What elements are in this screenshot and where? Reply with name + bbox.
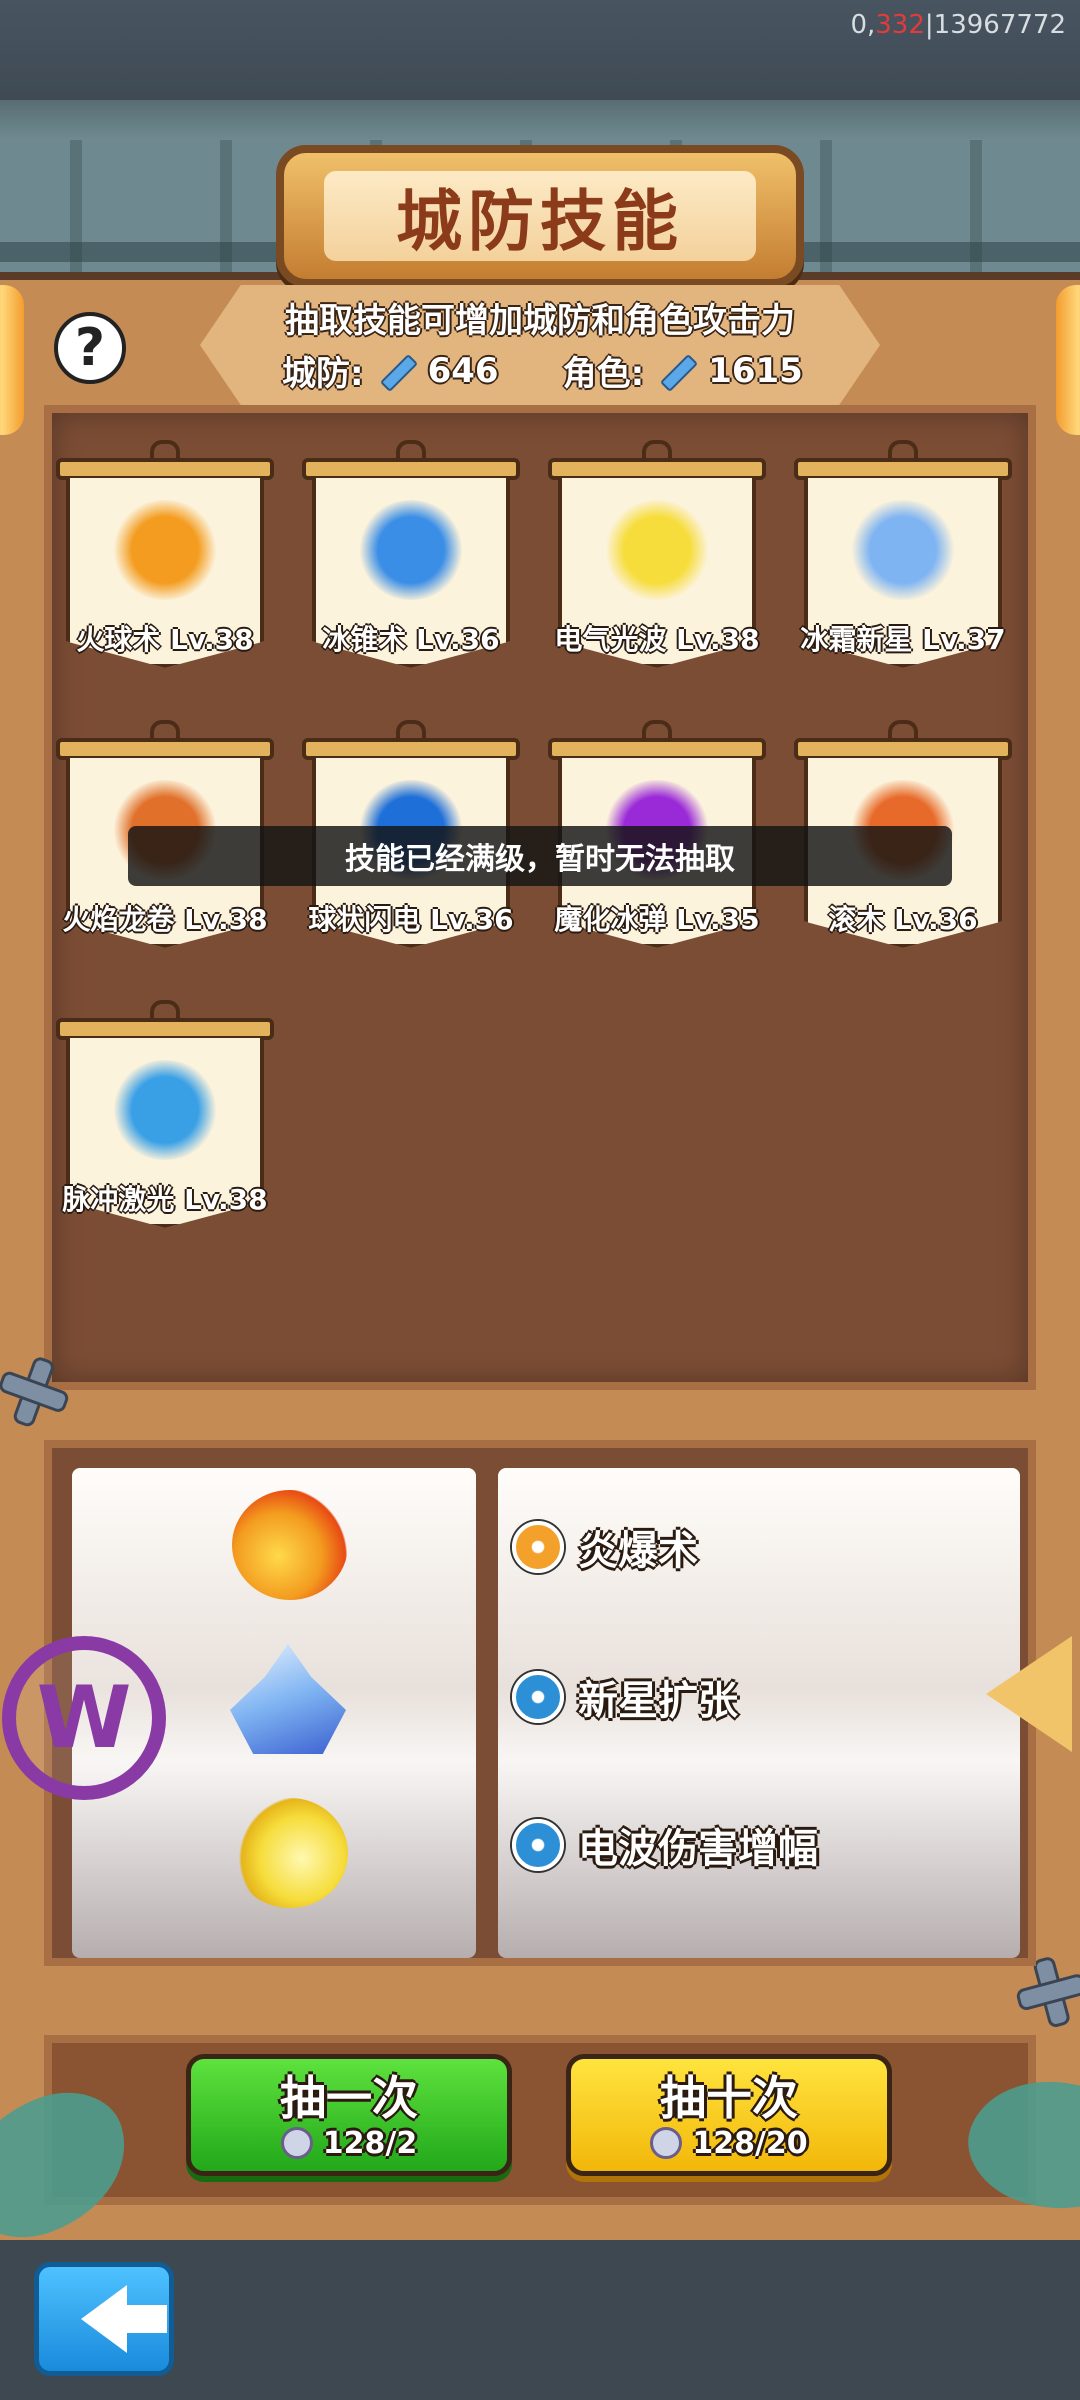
role-value: 1615 [708, 350, 803, 391]
back-arrow-icon [81, 2285, 167, 2353]
card-rod [548, 458, 766, 480]
title-plaque: 城防技能 [276, 145, 804, 287]
draw-ten-button[interactable]: 抽十次 128/20 [566, 2054, 892, 2176]
attack-stats: 城防: 646 角色: 1615 [282, 346, 803, 395]
electric-wave-icon [603, 500, 711, 600]
status-bar: 0,332|13967772 [0, 0, 1080, 110]
draw-once-cost: 128/2 [280, 2125, 418, 2161]
title-plaque-inner: 城防技能 [324, 171, 756, 261]
draw-ten-label: 抽十次 [660, 2070, 798, 2125]
sword-icon [376, 351, 416, 391]
skill-label: 球状闪电 Lv.36 [308, 903, 514, 936]
card-rod [56, 1018, 274, 1040]
card-rod [56, 458, 274, 480]
help-button[interactable]: ? [54, 312, 126, 384]
coin-icon [650, 2127, 683, 2159]
watermark-logo: W [2, 1636, 166, 1800]
star-buff-icon [512, 1671, 564, 1723]
skill-card[interactable]: 电气光波 Lv.38 [548, 440, 766, 680]
fireball-icon [232, 1490, 348, 1600]
readout-prefix: 0, [850, 10, 876, 40]
fireball-icon [111, 500, 219, 600]
buff-item: 新星扩张 [512, 1668, 738, 1726]
readout-suffix: |13967772 [924, 10, 1066, 40]
star-buff-icon [512, 1819, 564, 1871]
frost-nova-icon [230, 1644, 346, 1754]
buff-item: 电波伤害增幅 [512, 1816, 818, 1874]
card-rod [548, 738, 766, 760]
skill-label: 脉冲激光 Lv.38 [62, 1183, 268, 1216]
skill-card[interactable]: 脉冲激光 Lv.38 [56, 1000, 274, 1240]
next-arrow-icon[interactable] [986, 1636, 1072, 1752]
skill-card[interactable]: 火球术 Lv.38 [56, 440, 274, 680]
electric-wave-icon [232, 1798, 348, 1908]
skill-card[interactable]: 冰霜新星 Lv.37 [794, 440, 1012, 680]
skill-label: 滚木 Lv.36 [828, 903, 978, 936]
skill-label: 冰霜新星 Lv.37 [800, 623, 1006, 656]
buff-label: 新星扩张 [578, 1678, 738, 1724]
readout-highlight: 332 [875, 10, 925, 40]
info-description: 抽取技能可增加城防和角色攻击力 [285, 301, 795, 341]
back-button[interactable] [34, 2262, 174, 2376]
coin-icon [280, 2127, 313, 2159]
toast-message: 技能已经满级，暂时无法抽取 [128, 826, 952, 886]
card-rod [794, 458, 1012, 480]
card-rod [302, 458, 520, 480]
buff-label: 电波伤害增幅 [578, 1826, 818, 1872]
draw-ten-cost-value: 128/20 [692, 2125, 808, 2161]
buff-item: 炎爆术 [512, 1518, 698, 1576]
role-label: 角色: [562, 354, 645, 394]
page-title: 城防技能 [396, 183, 684, 260]
draw-once-label: 抽一次 [280, 2070, 418, 2125]
defense-value: 646 [427, 350, 499, 391]
draw-once-button[interactable]: 抽一次 128/2 [186, 2054, 512, 2176]
card-rod [794, 738, 1012, 760]
skill-label: 电气光波 Lv.38 [554, 623, 760, 656]
ice-cone-icon [357, 500, 465, 600]
card-rod [56, 738, 274, 760]
defense-label: 城防: [282, 354, 364, 394]
buff-label: 炎爆术 [578, 1528, 698, 1574]
sword-icon [656, 351, 696, 391]
help-icon: ? [74, 318, 106, 378]
game-screen: 0,332|13967772 城防技能 抽取技能可增加城防和角色攻击力 城防: … [0, 0, 1080, 2400]
pulse-laser-icon [111, 1060, 219, 1160]
skill-label: 火球术 Lv.38 [76, 623, 254, 656]
skill-card[interactable]: 冰锥术 Lv.36 [302, 440, 520, 680]
draw-ten-cost: 128/20 [650, 2125, 808, 2161]
skill-label: 冰锥术 Lv.36 [322, 623, 500, 656]
draw-once-cost-value: 128/2 [322, 2125, 418, 2161]
skill-label: 火焰龙卷 Lv.38 [62, 903, 268, 936]
debug-readout: 0,332|13967772 [850, 10, 1066, 40]
skill-label: 魔化冰弹 Lv.35 [554, 903, 760, 936]
fire-buff-icon [512, 1521, 564, 1573]
frost-nova-icon [849, 500, 957, 600]
card-rod [302, 738, 520, 760]
